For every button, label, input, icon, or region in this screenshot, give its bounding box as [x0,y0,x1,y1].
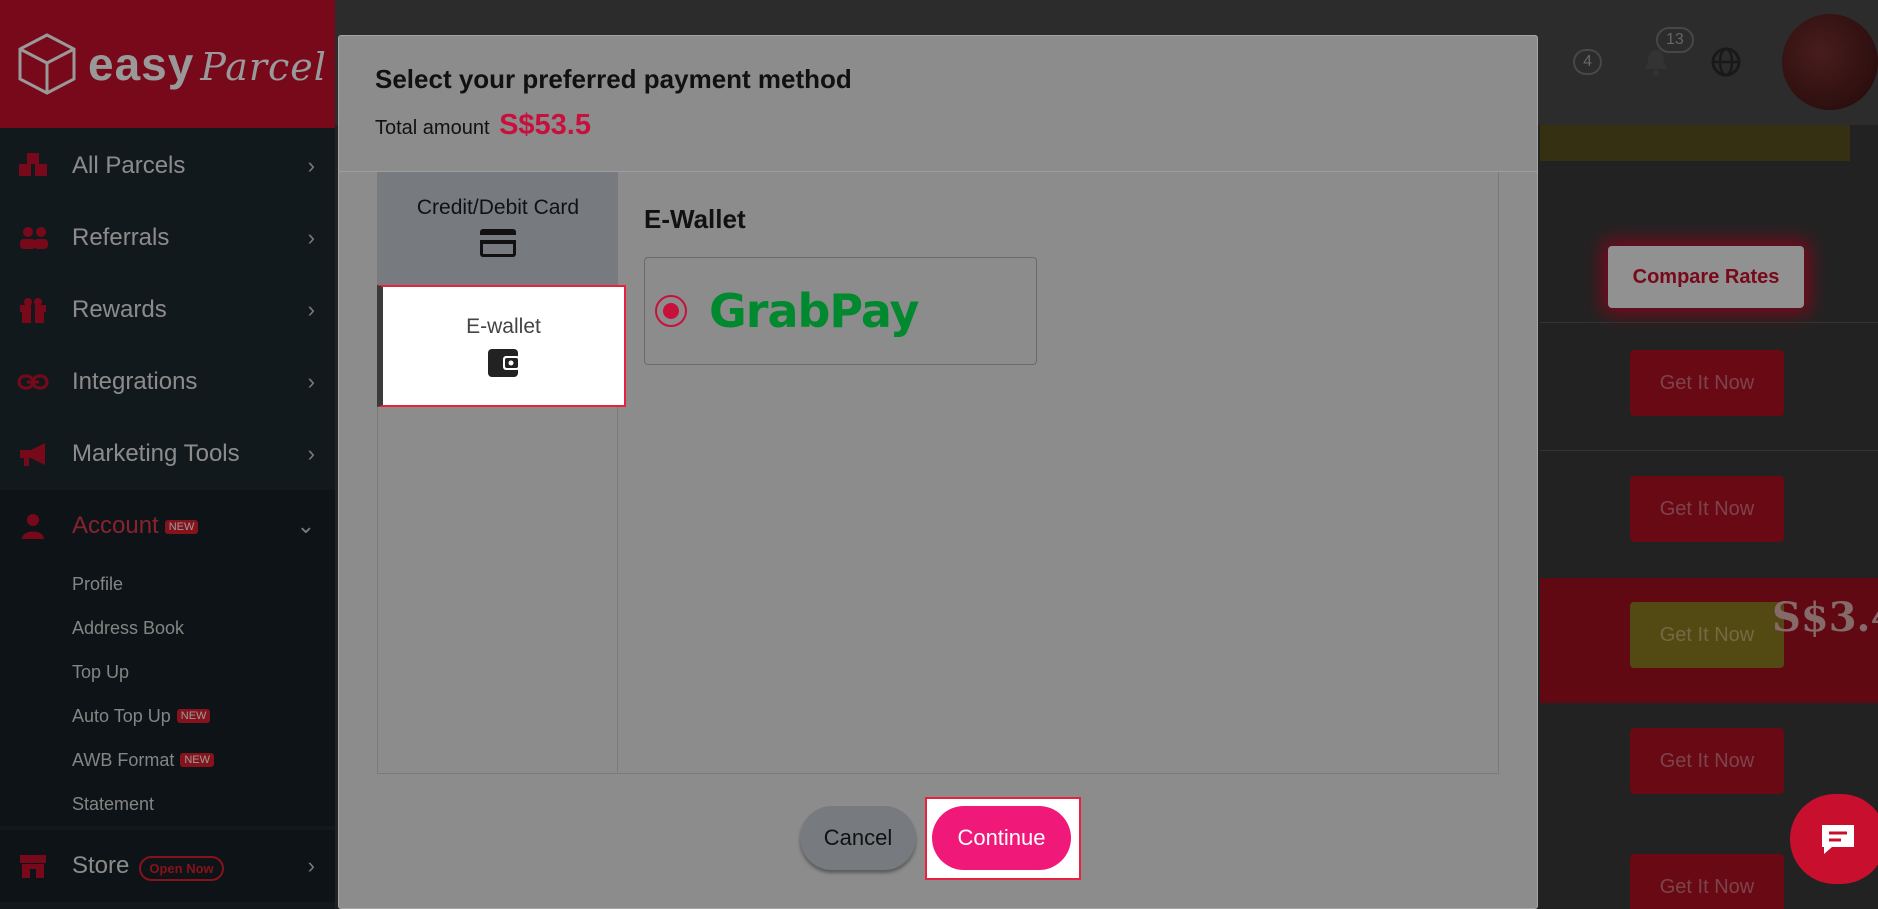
grabpay-option[interactable]: GrabPay [644,257,1037,365]
credit-card-icon [480,229,516,257]
total-amount: S$53.5 [499,109,591,141]
payment-method-modal: Select your preferred payment method Tot… [338,35,1538,909]
payment-body: Credit/Debit Card E-wallet E-Wallet Grab… [377,172,1499,774]
grabpay-logo: GrabPay [709,284,920,338]
chat-button[interactable] [1790,794,1878,884]
total-row: Total amount S$53.5 [375,109,1501,142]
e-wallet-panel: E-Wallet GrabPay [644,204,1037,365]
tab-credit-debit-card[interactable]: Credit/Debit Card [378,172,618,288]
chat-icon [1822,825,1854,854]
payment-tabs: Credit/Debit Card E-wallet [377,172,626,772]
modal-title: Select your preferred payment method [375,64,852,94]
modal-header: Select your preferred payment method Tot… [339,36,1537,172]
cancel-button[interactable]: Cancel [800,806,916,870]
total-label: Total amount [375,117,490,139]
tab-label: E-wallet [466,315,541,338]
tab-label: Credit/Debit Card [416,196,580,219]
continue-button[interactable]: Continue [932,806,1071,870]
tab-e-wallet[interactable]: E-wallet [377,285,626,407]
grabpay-radio[interactable] [655,295,687,327]
radio-selected-dot [663,303,679,319]
section-title: E-Wallet [644,204,746,234]
wallet-icon [487,349,520,377]
